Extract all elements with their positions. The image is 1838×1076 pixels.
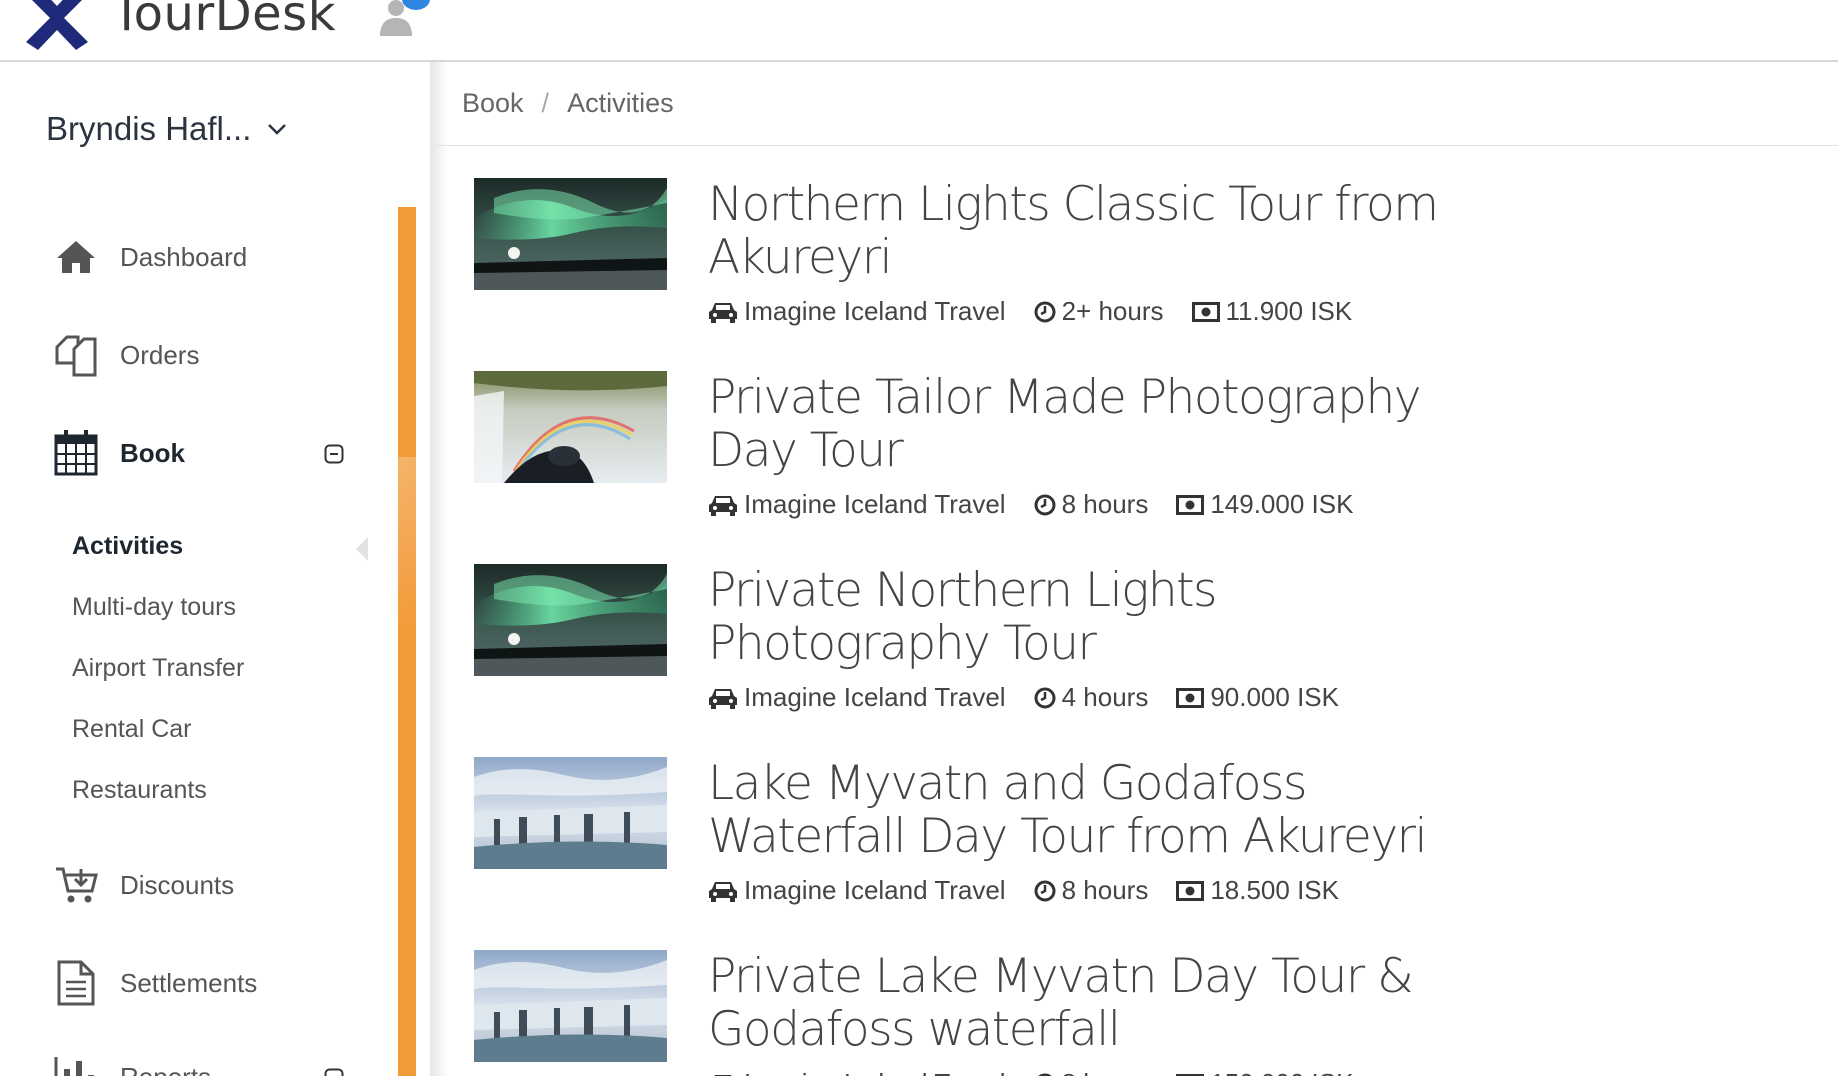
activity-supplier: Imagine Iceland Travel <box>744 489 1006 519</box>
activity-image[interactable] <box>474 950 667 1062</box>
car-icon <box>709 302 737 323</box>
top-header: TourDesk <box>0 0 1838 62</box>
activity-supplier: Imagine Iceland Travel <box>744 682 1006 712</box>
sidebar-subitem-activities[interactable]: Activities <box>72 532 183 561</box>
clock-icon <box>1034 301 1056 322</box>
collapse-icon[interactable] <box>324 1068 344 1076</box>
money-icon <box>1176 687 1205 708</box>
activity-price: 18.500 ISK <box>1210 875 1339 905</box>
sidebar-item-discounts[interactable]: Discounts <box>52 860 234 910</box>
activity-title[interactable]: Private Lake Myvatn Day Tour & Godafoss … <box>708 950 1468 1056</box>
activity-meta: Imagine Iceland Travel 8 hours 18.500 IS… <box>708 875 1367 906</box>
activity-duration: 4 hours <box>1061 682 1149 712</box>
sidebar-item-settlements[interactable]: Settlements <box>52 958 257 1008</box>
sidebar-item-label: Book <box>120 437 185 468</box>
breadcrumb-item-activities: Activities <box>567 88 674 118</box>
sidebar-item-label: Orders <box>120 339 200 370</box>
sidebar-subitem-multi-day-tours[interactable]: Multi-day tours <box>72 593 236 622</box>
sidebar-item-reports[interactable]: Reports <box>52 1052 211 1076</box>
sidebar-shadow <box>430 62 448 1076</box>
car-icon <box>709 495 737 516</box>
activity-meta: Imagine Iceland Travel 4 hours 90.000 IS… <box>708 682 1367 713</box>
calendar-icon <box>52 429 100 477</box>
sidebar <box>0 62 436 1076</box>
money-icon <box>1191 301 1220 322</box>
active-indicator <box>356 537 368 561</box>
activity-meta: Imagine Iceland Travel 8 hours 150.000 I… <box>708 1068 1381 1076</box>
collapse-icon[interactable] <box>324 444 344 464</box>
activity-image[interactable] <box>474 178 667 290</box>
bar-chart-icon <box>52 1053 100 1076</box>
activity-price: 11.900 ISK <box>1225 296 1353 326</box>
car-icon <box>709 881 737 902</box>
clock-icon <box>1034 494 1056 515</box>
car-icon <box>714 1074 732 1076</box>
sidebar-item-book[interactable]: Book <box>52 428 185 478</box>
car-icon <box>709 688 737 709</box>
breadcrumb-item-book[interactable]: Book <box>462 88 524 119</box>
activity-supplier: Imagine Iceland Travel <box>744 1068 1006 1076</box>
activity-price: 149.000 ISK <box>1210 489 1354 519</box>
activity-supplier: Imagine Iceland Travel <box>744 875 1006 905</box>
sidebar-scroll-accent[interactable] <box>398 207 416 1076</box>
activity-duration: 8 hours <box>1062 1068 1149 1076</box>
money-icon <box>1176 880 1205 901</box>
document-icon <box>52 959 100 1007</box>
activity-title[interactable]: Private Tailor Made Photography Day Tour <box>708 371 1468 477</box>
clock-icon <box>1034 687 1056 708</box>
sidebar-item-label: Reports <box>120 1062 211 1076</box>
activity-title[interactable]: Lake Myvatn and Godafoss Waterfall Day T… <box>708 757 1468 863</box>
breadcrumb-separator: / <box>541 88 550 118</box>
clock-icon <box>1037 1073 1052 1076</box>
breadcrumb: Book / Activities <box>436 62 1838 146</box>
activity-image[interactable] <box>474 757 667 869</box>
copy-icon <box>52 331 100 379</box>
activity-image[interactable] <box>474 564 667 676</box>
sidebar-subitem-restaurants[interactable]: Restaurants <box>72 776 207 805</box>
chevron-down-icon <box>268 124 287 135</box>
sidebar-item-label: Settlements <box>120 967 258 998</box>
sidebar-item-label: Discounts <box>120 869 235 900</box>
activity-duration: 8 hours <box>1061 489 1149 519</box>
account-switcher[interactable]: Bryndis Hafl... <box>46 110 287 148</box>
activity-image[interactable] <box>474 371 667 483</box>
home-icon <box>52 233 100 281</box>
sidebar-item-dashboard[interactable]: Dashboard <box>52 232 247 282</box>
activity-price: 90.000 ISK <box>1210 682 1339 712</box>
cart-icon <box>52 861 100 909</box>
money-icon <box>1176 494 1205 515</box>
activity-price: 150.000 ISK <box>1210 1068 1353 1076</box>
activity-meta: Imagine Iceland Travel 2+ hours 11.900 I… <box>708 296 1380 327</box>
brand-name[interactable]: TourDesk <box>112 0 336 42</box>
clock-icon <box>1034 880 1056 901</box>
sidebar-item-orders[interactable]: Orders <box>52 330 199 380</box>
activity-title[interactable]: Private Northern Lights Photography Tour <box>708 564 1468 670</box>
sidebar-subitem-airport-transfer[interactable]: Airport Transfer <box>72 654 244 683</box>
x-logo-icon[interactable] <box>20 0 94 50</box>
sidebar-item-label: Dashboard <box>120 241 248 272</box>
activity-supplier: Imagine Iceland Travel <box>744 296 1006 326</box>
activity-duration: 8 hours <box>1061 875 1149 905</box>
activity-meta: Imagine Iceland Travel 8 hours 149.000 I… <box>708 489 1381 520</box>
sidebar-subitem-rental-car[interactable]: Rental Car <box>72 715 192 744</box>
account-name: Bryndis Hafl... <box>46 110 252 147</box>
activity-title[interactable]: Northern Lights Classic Tour from Akurey… <box>708 178 1468 284</box>
activity-duration: 2+ hours <box>1061 296 1164 326</box>
